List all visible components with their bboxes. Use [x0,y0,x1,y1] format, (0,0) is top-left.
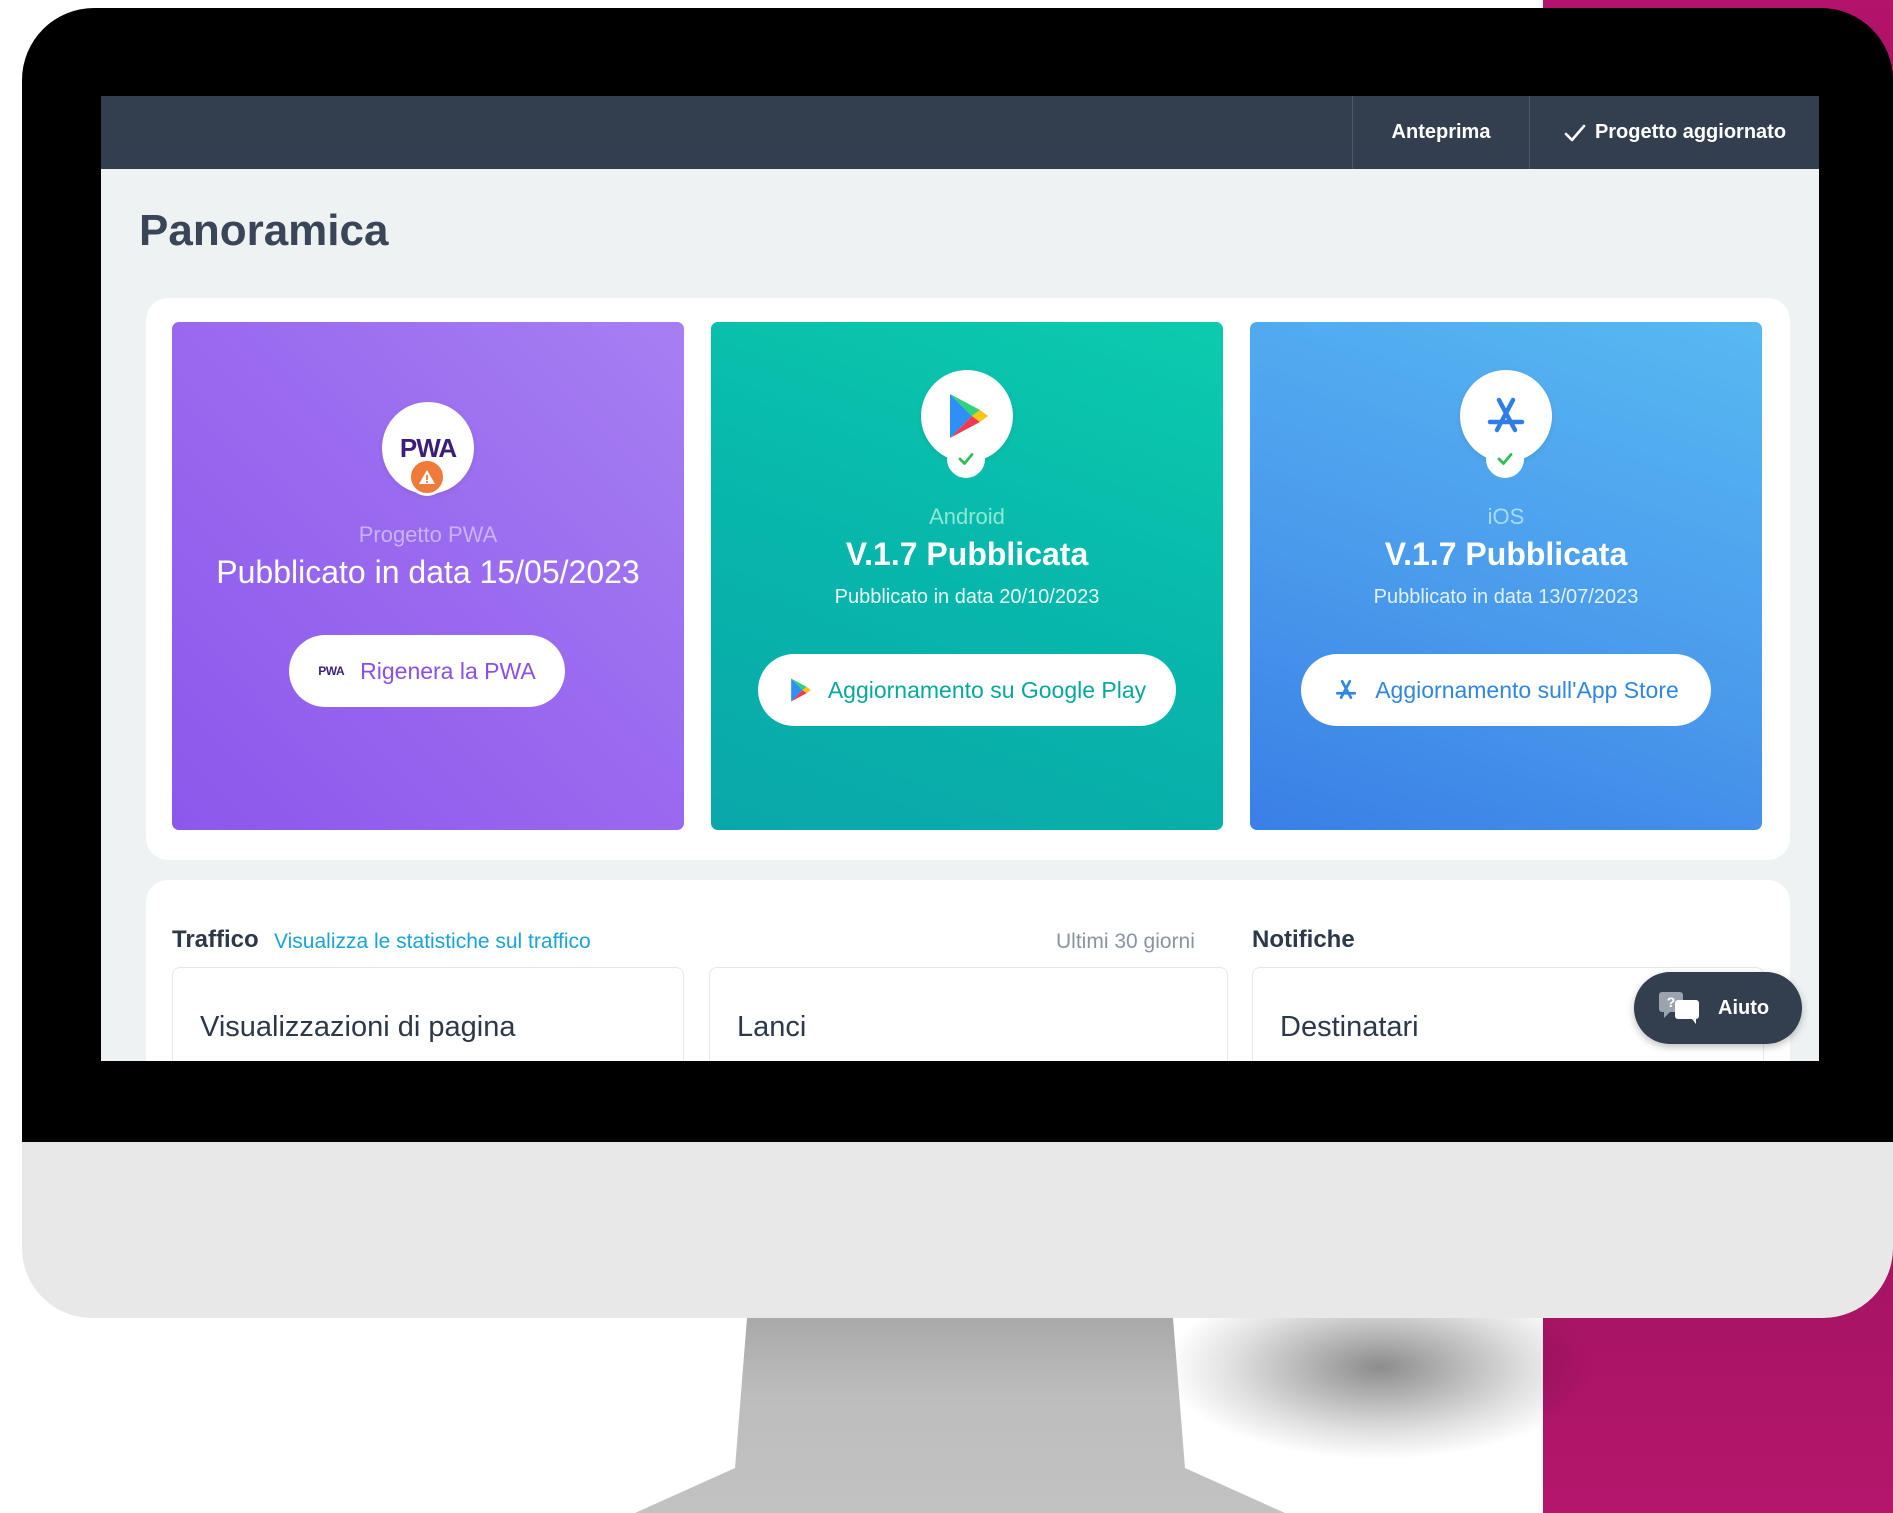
app-store-icon [1487,397,1525,433]
preview-button[interactable]: Anteprima [1352,96,1529,169]
android-platform-label: Android [929,504,1005,529]
regenerate-pwa-label: Rigenera la PWA [360,657,536,684]
project-updated-label: Progetto aggiornato [1594,121,1787,143]
warning-icon [408,458,446,496]
preview-button-label: Anteprima [1391,121,1491,143]
page-views-card: Visualizzazioni di pagina [172,967,684,1061]
check-icon [1564,124,1586,141]
ios-card: iOS V.1.7 Pubblicata Pubblicato in data … [1250,322,1762,830]
app-screen: Anteprima Progetto aggiornato Panoramica… [101,96,1819,1061]
pwa-card: PWA Progetto PWA Pubblicato in data 15/0… [172,322,684,830]
top-bar: Anteprima Progetto aggiornato [101,96,1819,169]
promo-stage: Anteprima Progetto aggiornato Panoramica… [0,0,1893,1513]
android-published-date: Pubblicato in data 20/10/2023 [834,586,1100,608]
notifications-label: Notifiche [1252,926,1355,953]
stand-shadow [1170,1318,1590,1458]
traffic-stats-link[interactable]: Visualizza le statistiche sul traffico [274,930,591,954]
google-play-update-label: Aggiornamento su Google Play [827,676,1147,703]
launches-card: Lanci [709,967,1228,1061]
google-play-update-button[interactable]: Aggiornamento su Google Play [758,654,1176,726]
app-store-update-label: Aggiornamento sull'App Store [1375,676,1679,703]
google-play-small-icon [790,678,811,702]
google-play-icon [950,394,988,438]
launches-title: Lanci [737,1011,807,1043]
page-views-title: Visualizzazioni di pagina [200,1011,516,1043]
app-store-update-button[interactable]: Aggiornamento sull'App Store [1301,654,1711,726]
pwa-platform-label: Progetto PWA [358,522,498,547]
help-button[interactable]: ? Aiuto [1634,972,1802,1044]
ios-published-date: Pubblicato in data 13/07/2023 [1373,586,1639,608]
regenerate-pwa-button[interactable]: PWA Rigenera la PWA [289,635,565,707]
traffic-label: Traffico [172,926,259,953]
ios-check-icon [1486,440,1524,478]
app-store-small-icon [1336,679,1357,699]
help-label: Aiuto [1718,996,1770,1019]
android-check-icon [947,440,985,478]
svg-text:?: ? [1667,994,1676,1010]
page-title: Panoramica [139,206,389,255]
recipients-title: Destinatari [1280,1011,1419,1043]
date-range-label: Ultimi 30 giorni [1056,930,1195,953]
ios-platform-label: iOS [1487,504,1525,529]
android-card: Android V.1.7 Pubblicata Pubblicato in d… [711,322,1223,830]
project-updated-button[interactable]: Progetto aggiornato [1529,96,1819,169]
chat-help-icon: ? [1659,992,1699,1024]
pwa-published-date: Pubblicato in data 15/05/2023 [216,554,640,590]
ios-version: V.1.7 Pubblicata [1384,536,1628,572]
android-version: V.1.7 Pubblicata [845,536,1089,572]
pwa-small-icon: PWA [318,664,345,678]
